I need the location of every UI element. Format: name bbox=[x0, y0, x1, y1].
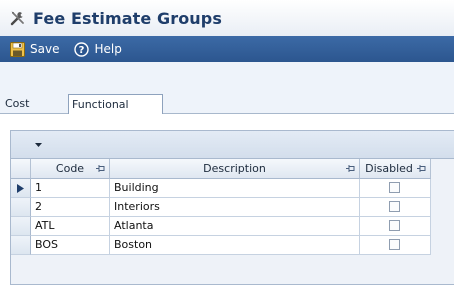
column-header-description[interactable]: Description bbox=[110, 159, 360, 179]
page-title: Fee Estimate Groups bbox=[33, 8, 222, 28]
toolbar: Save ? Help bbox=[0, 36, 454, 62]
chevron-down-icon[interactable] bbox=[33, 140, 43, 150]
cell-description[interactable]: Building bbox=[110, 179, 360, 198]
help-button[interactable]: ? Help bbox=[73, 41, 122, 57]
disabled-checkbox[interactable] bbox=[389, 239, 400, 250]
cell-description[interactable]: Boston bbox=[110, 236, 360, 255]
column-header-disabled[interactable]: Disabled bbox=[360, 159, 431, 179]
tab-content: Code Description Disabled 1 Building 2 I… bbox=[0, 114, 454, 285]
tab-cost-groups[interactable]: Cost Groups bbox=[2, 94, 68, 129]
pin-icon[interactable] bbox=[346, 164, 356, 173]
header-spacer bbox=[0, 62, 454, 92]
cell-disabled bbox=[360, 198, 431, 217]
save-label: Save bbox=[30, 42, 60, 56]
cell-description[interactable]: Atlanta bbox=[110, 217, 360, 236]
cell-description[interactable]: Interiors bbox=[110, 198, 360, 217]
help-icon: ? bbox=[73, 41, 89, 57]
tools-icon bbox=[8, 8, 28, 28]
pin-icon[interactable] bbox=[96, 164, 106, 173]
current-row-icon bbox=[17, 184, 24, 193]
cell-code[interactable]: 1 bbox=[31, 179, 110, 198]
disabled-checkbox[interactable] bbox=[389, 220, 400, 231]
table-row[interactable]: BOS Boston bbox=[11, 236, 431, 255]
row-selector[interactable] bbox=[11, 236, 31, 255]
table-row[interactable]: 1 Building bbox=[11, 179, 431, 198]
table-row[interactable]: ATL Atlanta bbox=[11, 217, 431, 236]
cell-code[interactable]: ATL bbox=[31, 217, 110, 236]
cell-code[interactable]: 2 bbox=[31, 198, 110, 217]
row-selector[interactable] bbox=[11, 179, 31, 198]
title-bar: Fee Estimate Groups bbox=[0, 0, 454, 36]
disabled-checkbox[interactable] bbox=[389, 182, 400, 193]
tab-functional-groups[interactable]: Functional Groups bbox=[68, 94, 163, 130]
cell-disabled bbox=[360, 179, 431, 198]
pin-icon[interactable] bbox=[417, 164, 427, 173]
row-selector[interactable] bbox=[11, 198, 31, 217]
disabled-checkbox[interactable] bbox=[389, 201, 400, 212]
save-icon bbox=[9, 41, 25, 57]
groups-grid: Code Description Disabled 1 Building 2 I… bbox=[10, 130, 454, 285]
save-button[interactable]: Save bbox=[9, 41, 59, 57]
row-indicator-header bbox=[11, 159, 31, 179]
cell-disabled bbox=[360, 217, 431, 236]
cell-code[interactable]: BOS bbox=[31, 236, 110, 255]
cell-disabled bbox=[360, 236, 431, 255]
help-label: Help bbox=[94, 42, 122, 56]
table-row[interactable]: 2 Interiors bbox=[11, 198, 431, 217]
group-panel bbox=[11, 131, 454, 159]
row-selector[interactable] bbox=[11, 217, 31, 236]
svg-text:?: ? bbox=[79, 45, 85, 56]
tab-strip: Cost Groups Functional Groups bbox=[0, 92, 454, 130]
column-header-code[interactable]: Code bbox=[31, 159, 110, 179]
